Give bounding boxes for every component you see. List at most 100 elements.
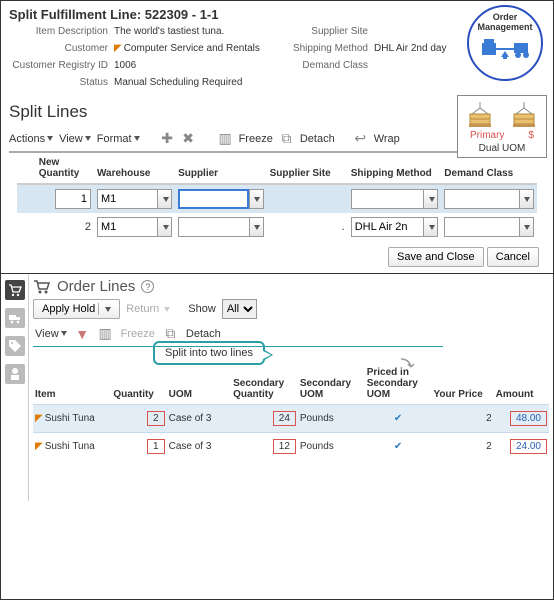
supplier-combo[interactable] [178, 217, 264, 237]
col-supplier[interactable]: Supplier [175, 153, 267, 184]
label-customer-registry-id: Customer Registry ID [9, 60, 114, 71]
amount-cell: 48.00 [510, 411, 547, 426]
chevron-down-icon[interactable] [423, 189, 438, 209]
format-menu[interactable]: Format [97, 133, 140, 145]
freeze-icon[interactable]: ▥ [98, 325, 113, 342]
value-customer: ◤Computer Service and Rentals [114, 43, 260, 54]
col-quantity[interactable]: Quantity [111, 363, 166, 405]
show-label: Show [188, 303, 216, 315]
col-warehouse[interactable]: Warehouse [94, 153, 175, 184]
chevron-down-icon[interactable] [519, 217, 534, 237]
flag-icon: ◤ [35, 413, 43, 424]
col-uom[interactable]: UOM [167, 363, 232, 405]
secondary-quantity-cell: 12 [273, 439, 296, 454]
chevron-down-icon[interactable] [157, 217, 172, 237]
demand-class-combo[interactable] [444, 189, 534, 209]
price-cell: 2 [431, 433, 493, 461]
chevron-down-icon[interactable] [423, 217, 438, 237]
view-menu[interactable]: View [59, 133, 91, 145]
wrap-button[interactable]: Wrap [374, 133, 400, 145]
cart-icon [33, 279, 51, 295]
help-icon[interactable]: ? [141, 280, 154, 293]
detach-icon[interactable]: ⧉ [163, 325, 178, 342]
col-shipping-method[interactable]: Shipping Method [348, 153, 442, 184]
col-amount[interactable]: Amount [494, 363, 549, 405]
truck-icon[interactable] [5, 308, 25, 328]
warehouse-combo[interactable] [97, 217, 172, 237]
value-item-description: The world's tastiest tuna. [114, 26, 224, 37]
chevron-down-icon[interactable] [249, 217, 264, 237]
ship-method-combo[interactable] [351, 189, 439, 209]
chevron-down-icon[interactable] [249, 189, 264, 209]
secondary-quantity-cell: 24 [273, 411, 296, 426]
col-secondary-quantity[interactable]: Secondary Quantity [231, 363, 298, 405]
check-icon: ✔ [367, 413, 430, 424]
col-secondary-uom[interactable]: Secondary UOM [298, 363, 365, 405]
detach-button[interactable]: Detach [186, 328, 221, 340]
cancel-button[interactable]: Cancel [487, 247, 539, 267]
quantity-cell: 1 [147, 439, 165, 454]
new-quantity-input[interactable] [55, 189, 91, 209]
supplier-combo[interactable] [178, 189, 264, 209]
col-supplier-site[interactable]: Supplier Site [267, 153, 348, 184]
chevron-down-icon[interactable] [519, 189, 534, 209]
order-lines-table: Item Quantity UOM Secondary Quantity Sec… [33, 363, 549, 460]
view-menu[interactable]: View [35, 328, 67, 340]
label-status: Status [9, 77, 114, 88]
supplier-site-cell [267, 184, 348, 213]
table-row[interactable] [17, 184, 537, 213]
col-new-quantity[interactable]: New Quantity [36, 153, 94, 184]
check-icon: ✔ [367, 441, 430, 452]
value-status: Manual Scheduling Required [114, 77, 242, 88]
remove-icon[interactable]: ✖ [181, 130, 196, 147]
col-item[interactable]: Item [33, 363, 111, 405]
chevron-down-icon[interactable] [157, 189, 172, 209]
pallet-icon [466, 102, 494, 128]
order-management-badge: Order Management [463, 5, 547, 81]
price-cell: 2 [431, 405, 493, 433]
uom-cell: Case of 3 [167, 433, 232, 461]
value-shipping-method: DHL Air 2nd day [374, 43, 446, 54]
label-supplier-site: Supplier Site [279, 26, 374, 37]
table-row[interactable]: ◤Sushi Tuna 1 Case of 3 12 Pounds ✔ 2 24… [33, 433, 549, 461]
cart-icon[interactable] [5, 280, 25, 300]
secondary-uom-cell: Pounds [298, 405, 365, 433]
freeze-button[interactable]: Freeze [239, 133, 273, 145]
add-icon[interactable]: ✚ [160, 130, 175, 147]
col-your-price[interactable]: Your Price [431, 363, 493, 405]
tab-rail [1, 274, 29, 501]
item-cell: ◤Sushi Tuna [33, 433, 111, 461]
filter-icon[interactable]: ▼ [75, 326, 90, 342]
tag-icon[interactable] [5, 336, 25, 356]
freeze-button[interactable]: Freeze [121, 328, 155, 340]
detach-icon[interactable]: ⧉ [279, 130, 294, 147]
table-row[interactable]: ◤Sushi Tuna 2 Case of 3 24 Pounds ✔ 2 48… [33, 405, 549, 433]
freeze-icon[interactable]: ▥ [218, 130, 233, 147]
detach-button[interactable]: Detach [300, 133, 335, 145]
wrap-icon[interactable]: ↩ [353, 130, 368, 147]
quantity-cell: 2 [147, 411, 165, 426]
return-button[interactable]: Return [126, 303, 170, 315]
col-priced-secondary-uom[interactable]: Priced in Secondary UOM [365, 363, 432, 405]
apply-hold-button[interactable]: Apply Hold [33, 299, 120, 319]
warehouse-combo[interactable] [97, 189, 172, 209]
value-customer-registry-id: 1006 [114, 60, 136, 71]
show-select[interactable]: All [222, 299, 257, 319]
actions-menu[interactable]: Actions [9, 133, 53, 145]
save-and-close-button[interactable]: Save and Close [388, 247, 484, 267]
demand-class-combo[interactable] [444, 217, 534, 237]
person-icon[interactable] [5, 364, 25, 384]
pallet-icon [510, 102, 538, 128]
ship-method-combo[interactable] [351, 217, 439, 237]
amount-cell: 24.00 [510, 439, 547, 454]
label-customer: Customer [9, 43, 114, 54]
dual-uom-graphic: Primary $ Dual UOM [457, 95, 547, 158]
order-lines-heading: Order Lines ? [33, 278, 549, 295]
table-row[interactable]: 2 . [17, 213, 537, 241]
secondary-uom-cell: Pounds [298, 433, 365, 461]
label-shipping-method: Shipping Method [279, 43, 374, 54]
flag-icon: ◤ [35, 441, 43, 452]
split-lines-table: New Quantity Warehouse Supplier Supplier… [17, 153, 537, 241]
uom-cell: Case of 3 [167, 405, 232, 433]
item-cell: ◤Sushi Tuna [33, 405, 111, 433]
